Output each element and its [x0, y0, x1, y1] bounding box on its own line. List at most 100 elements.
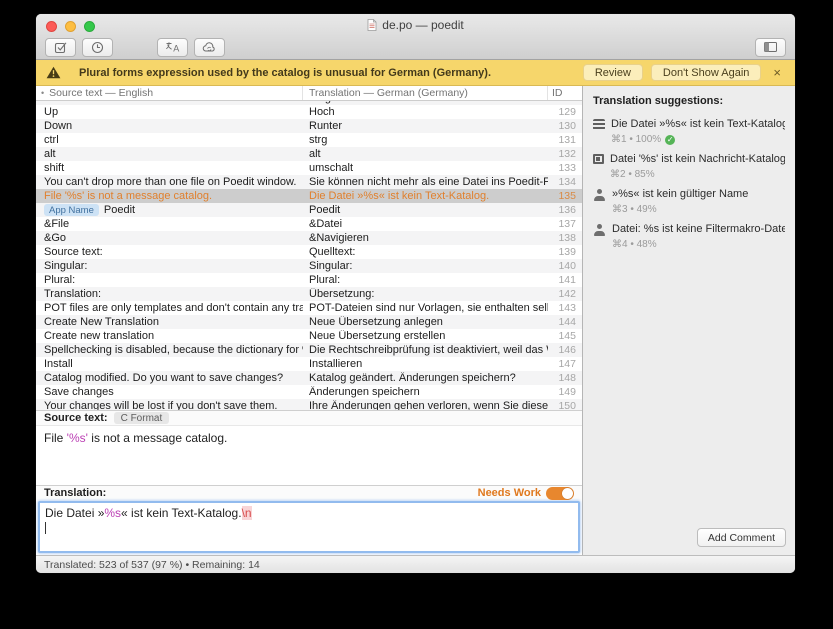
table-row[interactable]: Your changes will be lost if you don't s… — [36, 399, 582, 410]
translation-bar: Translation: Needs Work — [36, 485, 582, 500]
table-row[interactable]: Translation: Übersetzung: 142 — [36, 287, 582, 301]
table-row[interactable]: You can't drop more than one file on Poe… — [36, 175, 582, 189]
row-source-cell: Create New Translation — [36, 316, 303, 328]
pretranslate-icon: A — [165, 41, 180, 53]
banner-close-icon[interactable]: × — [769, 66, 785, 79]
row-translation-cell: Neue Übersetzung anlegen — [303, 316, 548, 328]
row-source-text: Source text: — [44, 246, 103, 258]
row-source-cell: Up — [36, 106, 303, 118]
suggestion-shortcut-score: ⌘3 • 49% — [612, 204, 657, 215]
table-row[interactable]: Catalog modified. Do you want to save ch… — [36, 371, 582, 385]
statistics-button[interactable] — [82, 38, 113, 57]
sync-button[interactable] — [194, 38, 225, 57]
column-header-id[interactable]: ID — [548, 86, 582, 100]
context-tag: App Name — [44, 204, 99, 216]
row-source-text: Catalog modified. Do you want to save ch… — [44, 372, 283, 384]
suggestion-item[interactable]: Datei '%s' ist kein Nachricht-Katalog. ⌘… — [593, 153, 785, 180]
row-translation-cell: Plural: — [303, 274, 548, 286]
row-translation-cell: Die Datei »%s« ist kein Text-Katalog. — [303, 190, 548, 202]
validate-checkbox-icon — [54, 41, 68, 54]
text-part: is not a message catalog. — [88, 431, 227, 445]
suggestion-source-icon — [593, 119, 605, 130]
row-translation-cell: Quelltext: — [303, 246, 548, 258]
string-list-scroll: Enter Eingabe 128 Up Hoch 129 Down Runte… — [36, 101, 582, 410]
table-row[interactable]: Source text: Quelltext: 139 — [36, 245, 582, 259]
table-row[interactable]: Save changes Änderungen speichern 149 — [36, 385, 582, 399]
row-translation-cell: umschalt — [303, 162, 548, 174]
row-source-text: You can't drop more than one file on Poe… — [44, 176, 296, 188]
text-part: '%s' — [67, 431, 88, 445]
suggestion-meta: ⌘2 • 85% ✓ — [610, 169, 785, 180]
row-id-cell: 140 — [548, 260, 582, 272]
source-text-label: Source text: — [44, 412, 108, 424]
table-row[interactable]: shift umschalt 133 — [36, 161, 582, 175]
table-row[interactable]: File '%s' is not a message catalog. Die … — [36, 189, 582, 203]
row-translation-cell: POT-Dateien sind nur Vorlagen, sie entha… — [303, 302, 548, 314]
row-id-cell: 142 — [548, 288, 582, 300]
table-row[interactable]: Plural: Plural: 141 — [36, 273, 582, 287]
review-button[interactable]: Review — [583, 64, 643, 81]
column-header-source[interactable]: • Source text — English — [36, 86, 303, 100]
table-row[interactable]: &Go &Navigieren 138 — [36, 231, 582, 245]
table-row[interactable]: ctrl strg 131 — [36, 133, 582, 147]
table-row[interactable]: Singular: Singular: 140 — [36, 259, 582, 273]
table-row[interactable]: Down Runter 130 — [36, 119, 582, 133]
suggestion-item[interactable]: »%s« ist kein gültiger Name ⌘3 • 49% ✓ — [593, 188, 785, 215]
row-id-cell: 145 — [548, 330, 582, 342]
row-id-cell: 133 — [548, 162, 582, 174]
row-source-cell: Save changes — [36, 386, 303, 398]
text-part: File — [44, 431, 67, 445]
table-row[interactable]: Up Hoch 129 — [36, 105, 582, 119]
row-source-text: Spellchecking is disabled, because the d… — [44, 344, 303, 356]
row-translation-cell: Installieren — [303, 358, 548, 370]
validate-button[interactable] — [45, 38, 76, 57]
row-source-cell: Create new translation — [36, 330, 303, 342]
suggestion-shortcut-score: ⌘4 • 48% — [612, 239, 657, 250]
table-row[interactable]: Install Installieren 147 — [36, 357, 582, 371]
row-source-cell: ctrl — [36, 134, 303, 146]
suggestion-item[interactable]: Die Datei »%s« ist kein Text-Katalog. ⌘1… — [593, 118, 785, 145]
window-chrome: de.po — poedit — [36, 14, 795, 60]
row-id-cell: 132 — [548, 148, 582, 160]
suggestion-item[interactable]: Datei: %s ist keine Filtermakro-Datei! ⌘… — [593, 223, 785, 250]
row-translation-cell: Änderungen speichern — [303, 386, 548, 398]
translation-input[interactable]: Die Datei »%s« ist kein Text-Katalog.\n — [38, 501, 580, 553]
column-header-translation[interactable]: Translation — German (Germany) — [303, 86, 548, 100]
row-translation-cell: Sie können nicht mehr als eine Datei ins… — [303, 176, 548, 188]
table-row[interactable]: alt alt 132 — [36, 147, 582, 161]
row-translation-cell: Runter — [303, 120, 548, 132]
row-translation-cell: &Navigieren — [303, 232, 548, 244]
table-row[interactable]: Spellchecking is disabled, because the d… — [36, 343, 582, 357]
warning-message: Plural forms expression used by the cata… — [79, 67, 575, 79]
table-row[interactable]: Create new translation Neue Übersetzung … — [36, 329, 582, 343]
table-row[interactable]: Create New Translation Neue Übersetzung … — [36, 315, 582, 329]
row-translation-cell: Hoch — [303, 106, 548, 118]
row-source-cell: Spellchecking is disabled, because the d… — [36, 344, 303, 356]
row-translation-cell: Eingabe — [303, 101, 548, 104]
table-row[interactable]: App Name Poedit Poedit 136 — [36, 203, 582, 217]
row-source-cell: shift — [36, 162, 303, 174]
pretranslate-button[interactable]: A — [157, 38, 188, 57]
row-id-cell: 143 — [548, 302, 582, 314]
row-source-text: Down — [44, 120, 72, 132]
row-id-cell: 135 — [548, 190, 582, 202]
row-translation-cell: &Datei — [303, 218, 548, 230]
row-translation-cell: Singular: — [303, 260, 548, 272]
row-source-cell: Install — [36, 358, 303, 370]
row-source-cell: alt — [36, 148, 303, 160]
string-list[interactable]: Enter Eingabe 128 Up Hoch 129 Down Runte… — [36, 101, 582, 410]
verified-check-icon: ✓ — [665, 135, 675, 145]
row-source-text: Your changes will be lost if you don't s… — [44, 400, 277, 410]
sort-indicator: • — [41, 88, 44, 98]
dont-show-again-button[interactable]: Don't Show Again — [651, 64, 762, 81]
main-content: • Source text — English Translation — Ge… — [36, 86, 795, 555]
suggestion-text: Datei '%s' ist kein Nachricht-Katalog. — [610, 153, 785, 166]
sidebar-toggle-button[interactable] — [755, 38, 786, 57]
row-source-cell: Catalog modified. Do you want to save ch… — [36, 372, 303, 384]
table-row[interactable]: &File &Datei 137 — [36, 217, 582, 231]
needs-work-toggle[interactable] — [546, 487, 574, 500]
row-source-cell: You can't drop more than one file on Poe… — [36, 176, 303, 188]
add-comment-button[interactable]: Add Comment — [697, 528, 786, 547]
table-row[interactable]: POT files are only templates and don't c… — [36, 301, 582, 315]
suggestion-body: Datei '%s' ist kein Nachricht-Katalog. ⌘… — [610, 153, 785, 180]
